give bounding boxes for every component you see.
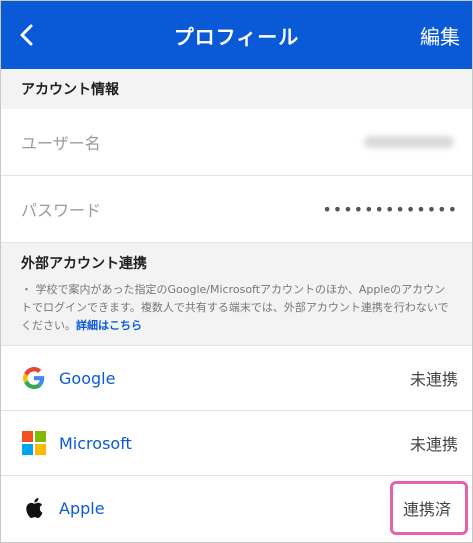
provider-left: Microsoft [21, 430, 132, 456]
profile-screen: プロフィール 編集 アカウント情報 ユーザー名 パスワード ••••••••••… [0, 0, 473, 543]
provider-status: 未連携 [409, 435, 458, 454]
provider-name: Apple [59, 498, 105, 518]
details-link[interactable]: 詳細はこちら [76, 319, 142, 332]
provider-status: 連携済 [402, 500, 451, 519]
external-accounts-description: ・ 学校で案内があった指定のGoogle/Microsoftアカウントのほか、A… [21, 281, 452, 335]
provider-row-google[interactable]: Google 未連携 [1, 345, 472, 410]
provider-row-microsoft[interactable]: Microsoft 未連携 [1, 410, 472, 475]
provider-left: Apple [21, 495, 105, 521]
apple-icon [21, 495, 47, 521]
nav-bar: プロフィール 編集 [1, 1, 472, 69]
username-label: ユーザー名 [21, 134, 101, 153]
password-label: パスワード [21, 201, 102, 220]
account-info-header: アカウント情報 [1, 69, 472, 109]
back-button[interactable] [15, 23, 39, 47]
microsoft-icon [21, 430, 47, 456]
provider-name: Microsoft [59, 433, 132, 453]
provider-status: 未連携 [409, 370, 458, 389]
external-accounts-title: 外部アカウント連携 [21, 256, 147, 272]
provider-name: Google [59, 368, 116, 388]
password-value: ••••••••••••• [322, 199, 458, 219]
provider-row-apple[interactable]: Apple 連携済 [1, 475, 472, 540]
chevron-left-icon [20, 24, 33, 46]
password-row: パスワード ••••••••••••• [1, 175, 472, 242]
provider-left: Google [21, 365, 115, 391]
google-icon [21, 365, 47, 391]
highlighted-status-box: 連携済 [389, 481, 468, 535]
username-value-redacted [364, 136, 454, 148]
username-row: ユーザー名 [1, 109, 472, 175]
external-accounts-section: 外部アカウント連携 ・ 学校で案内があった指定のGoogle/Microsoft… [1, 242, 472, 345]
edit-button[interactable]: 編集 [420, 21, 460, 50]
page-title: プロフィール [173, 24, 300, 49]
